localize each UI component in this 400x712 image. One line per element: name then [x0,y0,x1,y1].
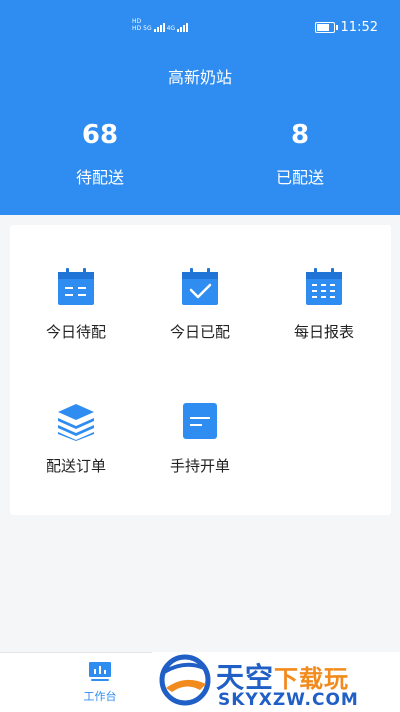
signal-indicators: HD HD 5G 4G [132,18,189,32]
menu-today-delivered[interactable]: 今日已配 [138,267,262,342]
clock: 11:52 [340,20,378,35]
hd-badge: HD [132,18,142,25]
watermark-brand-accent: 下载玩 [274,665,350,693]
calendar-grid-icon [304,267,344,307]
menu-label: 今日已配 [169,323,230,341]
stat-label: 待配送 [75,168,124,187]
menu-today-pending[interactable]: 今日待配 [14,267,138,342]
menu-label: 配送订单 [45,457,106,475]
header: HD HD 5G 4G 11:52 高新奶站 68 待配送 8 已配送 [0,0,400,215]
menu-label: 每日报表 [293,323,354,341]
stat-value: 68 [81,120,119,150]
hd-badge: HD [132,25,142,32]
stat-pending[interactable]: 68 待配送 [0,118,200,188]
menu-label: 手持开单 [169,457,230,475]
menu-delivery-orders[interactable]: 配送订单 [14,401,138,476]
network-type: 5G [143,25,152,32]
function-grid: 今日待配 今日已配 每日报表 配送订单 手持开单 [10,225,391,515]
menu-daily-report[interactable]: 每日报表 [262,267,386,342]
station-title: 高新奶站 [167,68,232,87]
watermark-url: SKYXZW.COM [218,690,359,710]
stat-label: 已配送 [275,168,324,187]
stat-delivered[interactable]: 8 已配送 [200,118,400,188]
watermark-logo-icon [159,654,211,706]
menu-label: 今日待配 [45,323,106,341]
battery-icon [314,22,338,33]
signal-icon [177,23,189,32]
calendar-check-icon [180,267,220,307]
tab-label: 工作台 [83,690,117,703]
watermark: 天空下载玩 SKYXZW.COM [152,652,400,711]
signal-icon [153,23,165,32]
layers-icon [56,401,96,441]
document-icon [180,401,220,441]
tab-workbench[interactable]: 工作台 [65,661,135,704]
calendar-list-icon [56,267,96,307]
status-bar: HD HD 5G 4G 11:52 [0,14,400,44]
network-type: 4G [166,25,176,32]
dashboard-icon [89,662,111,681]
stat-value: 8 [290,120,310,150]
menu-handheld-billing[interactable]: 手持开单 [138,401,262,476]
